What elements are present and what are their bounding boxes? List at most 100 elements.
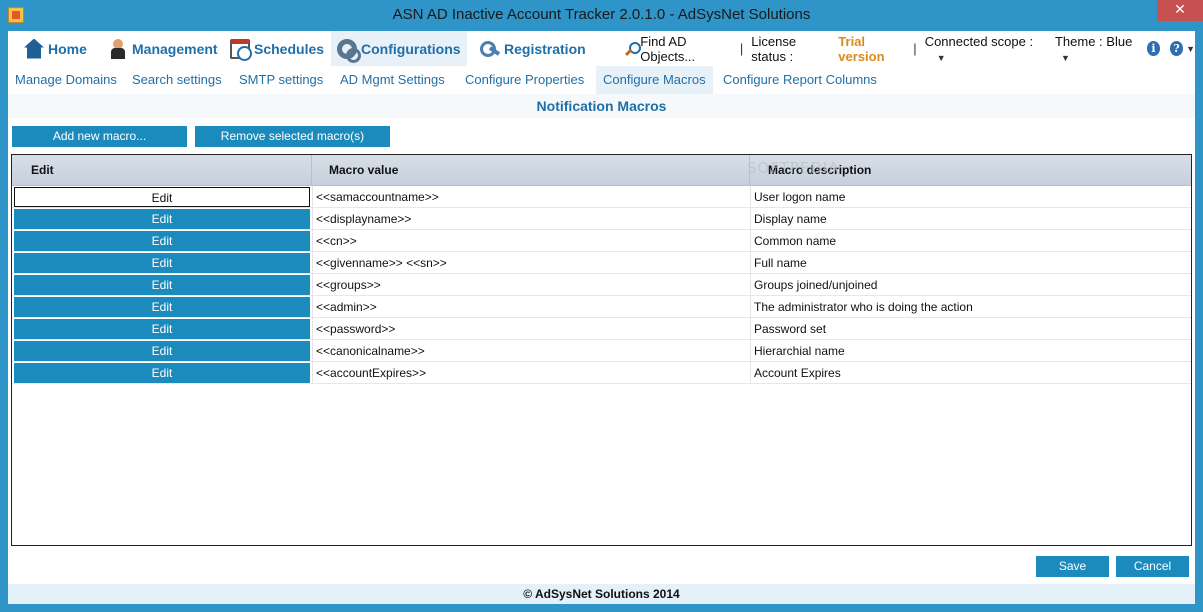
menu-registration-label: Registration bbox=[504, 40, 586, 57]
edit-button[interactable]: Edit bbox=[14, 363, 310, 383]
search-icon bbox=[625, 41, 642, 56]
edit-button[interactable]: Edit bbox=[14, 209, 310, 229]
theme-dropdown[interactable]: Theme : Blue ▼ bbox=[1055, 34, 1139, 64]
table-row[interactable]: Edit <<samaccountname>> User logon name bbox=[12, 186, 1191, 208]
tab-search-settings[interactable]: Search settings bbox=[125, 66, 229, 94]
cancel-button[interactable]: Cancel bbox=[1116, 556, 1189, 577]
home-icon bbox=[24, 38, 44, 59]
menu-home[interactable]: Home bbox=[18, 31, 93, 66]
table-row[interactable]: Edit <<password>> Password set bbox=[12, 318, 1191, 340]
edit-button[interactable]: Edit bbox=[14, 319, 310, 339]
macro-value-cell: <<cn>> bbox=[316, 234, 357, 248]
user-icon bbox=[108, 38, 128, 59]
column-divider bbox=[312, 274, 313, 296]
column-divider bbox=[312, 296, 313, 318]
info-icon[interactable]: i bbox=[1146, 41, 1160, 56]
macro-description-cell: Groups joined/unjoined bbox=[754, 278, 878, 292]
find-ad-objects-link[interactable]: Find AD Objects... bbox=[640, 34, 732, 64]
edit-button[interactable]: Edit bbox=[14, 187, 310, 207]
macro-grid: Edit Macro value Macro description SOFTP… bbox=[11, 154, 1192, 546]
tab-configure-macros[interactable]: Configure Macros bbox=[596, 66, 713, 94]
edit-button[interactable]: Edit bbox=[14, 231, 310, 251]
macro-value-cell: <<canonicalname>> bbox=[316, 344, 425, 358]
macro-description-cell: Common name bbox=[754, 234, 837, 248]
chevron-down-icon: ▼ bbox=[936, 52, 946, 63]
license-status-label: License status : bbox=[751, 33, 797, 64]
table-row[interactable]: Edit <<cn>> Common name bbox=[12, 230, 1191, 252]
macro-description-cell: User logon name bbox=[754, 190, 846, 204]
tab-configure-properties[interactable]: Configure Properties bbox=[458, 66, 591, 94]
column-divider bbox=[750, 318, 751, 340]
remove-macro-button[interactable]: Remove selected macro(s) bbox=[195, 126, 390, 147]
table-row[interactable]: Edit <<canonicalname>> Hierarchial name bbox=[12, 340, 1191, 362]
column-divider bbox=[750, 252, 751, 274]
column-header-macro-value[interactable]: Macro value bbox=[312, 155, 750, 186]
license-status-value[interactable]: Trial version bbox=[838, 34, 905, 64]
column-divider bbox=[312, 318, 313, 340]
tab-configure-report-columns[interactable]: Configure Report Columns bbox=[716, 66, 884, 94]
column-divider bbox=[312, 230, 313, 252]
edit-button[interactable]: Edit bbox=[14, 341, 310, 361]
key-icon bbox=[480, 39, 500, 59]
menu-configurations[interactable]: Configurations bbox=[331, 31, 467, 66]
app-window: ASN AD Inactive Account Tracker 2.0.1.0 … bbox=[0, 0, 1203, 612]
menu-management[interactable]: Management bbox=[102, 31, 224, 66]
column-divider bbox=[312, 186, 313, 208]
macro-description-cell: Display name bbox=[754, 212, 827, 226]
menu-schedules[interactable]: Schedules bbox=[224, 31, 330, 66]
divider: | bbox=[913, 41, 917, 56]
gears-icon bbox=[337, 38, 361, 63]
edit-button[interactable]: Edit bbox=[14, 253, 310, 273]
close-button[interactable]: ✕ bbox=[1157, 0, 1203, 21]
column-divider bbox=[750, 340, 751, 362]
menu-management-label: Management bbox=[132, 40, 218, 57]
macro-value-cell: <<password>> bbox=[316, 322, 396, 336]
macro-value-cell: <<admin>> bbox=[316, 300, 377, 314]
menu-registration[interactable]: Registration bbox=[474, 31, 592, 66]
tab-smtp-settings[interactable]: SMTP settings bbox=[232, 66, 330, 94]
macro-description-cell: Hierarchial name bbox=[754, 344, 845, 358]
column-divider bbox=[750, 230, 751, 252]
footer-copyright: © AdSysNet Solutions 2014 bbox=[8, 584, 1195, 604]
calendar-clock-icon bbox=[230, 38, 252, 61]
menu-schedules-label: Schedules bbox=[254, 40, 325, 57]
connected-scope-dropdown[interactable]: Connected scope : ▼ bbox=[925, 34, 1041, 64]
save-button[interactable]: Save bbox=[1036, 556, 1109, 577]
column-divider bbox=[750, 208, 751, 230]
table-row[interactable]: Edit <<groups>> Groups joined/unjoined bbox=[12, 274, 1191, 296]
table-row[interactable]: Edit <<displayname>> Display name bbox=[12, 208, 1191, 230]
add-macro-button[interactable]: Add new macro... bbox=[12, 126, 187, 147]
chevron-down-icon: ▼ bbox=[1060, 52, 1070, 63]
edit-button[interactable]: Edit bbox=[14, 297, 310, 317]
tab-manage-domains[interactable]: Manage Domains bbox=[8, 66, 124, 94]
config-subtabs: Manage Domains Search settings SMTP sett… bbox=[8, 66, 1195, 94]
connected-scope-label: Connected scope : bbox=[924, 33, 1034, 49]
column-divider bbox=[312, 362, 313, 384]
help-icon[interactable]: ? bbox=[1169, 41, 1184, 56]
macro-description-cell: Account Expires bbox=[754, 366, 841, 380]
column-divider bbox=[750, 362, 751, 384]
macro-value-cell: <<groups>> bbox=[316, 278, 381, 292]
table-row[interactable]: Edit <<accountExpires>> Account Expires bbox=[12, 362, 1191, 384]
column-divider bbox=[750, 296, 751, 318]
macro-description-cell: Password set bbox=[754, 322, 827, 336]
edit-button[interactable]: Edit bbox=[14, 275, 310, 295]
macro-description-cell: Full name bbox=[754, 256, 807, 270]
tab-ad-mgmt-settings[interactable]: AD Mgmt Settings bbox=[333, 66, 452, 94]
theme-label: Theme : Blue bbox=[1054, 33, 1133, 49]
column-divider bbox=[312, 340, 313, 362]
main-menu: Home Management Schedules Configurations… bbox=[8, 31, 1195, 66]
macro-value-cell: <<displayname>> bbox=[316, 212, 412, 226]
chevron-down-icon[interactable]: ▼ bbox=[1186, 44, 1195, 54]
column-divider bbox=[750, 274, 751, 296]
column-header-edit[interactable]: Edit bbox=[12, 155, 312, 186]
table-row[interactable]: Edit <<givenname>> <<sn>> Full name bbox=[12, 252, 1191, 274]
watermark: SOFTPEDIA bbox=[747, 159, 840, 177]
menu-configurations-label: Configurations bbox=[361, 40, 461, 57]
window-title: ASN AD Inactive Account Tracker 2.0.1.0 … bbox=[392, 6, 811, 23]
column-divider bbox=[312, 252, 313, 274]
grid-header: Edit Macro value Macro description SOFTP… bbox=[12, 155, 1191, 186]
table-row[interactable]: Edit <<admin>> The administrator who is do… bbox=[12, 296, 1191, 318]
client-area: Home Management Schedules Configurations… bbox=[8, 31, 1195, 604]
macro-value-cell: <<accountExpires>> bbox=[316, 366, 427, 380]
